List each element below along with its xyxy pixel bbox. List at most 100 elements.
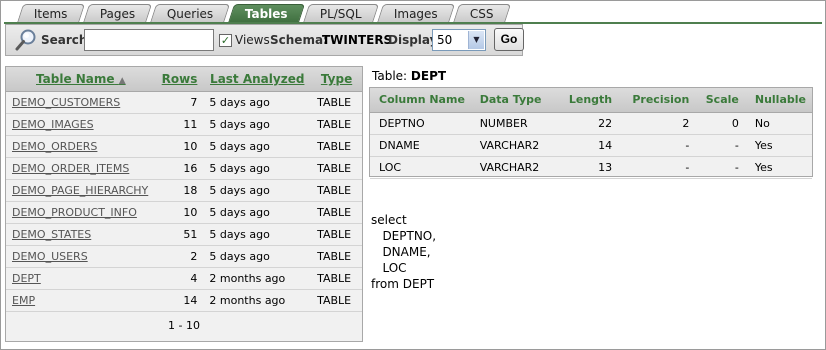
column-name: DEPTNO bbox=[370, 112, 474, 135]
table-type: TABLE bbox=[311, 201, 362, 224]
col-type[interactable]: Type bbox=[311, 67, 362, 92]
row-count: 7 bbox=[155, 91, 204, 114]
tab-label: Pages bbox=[99, 7, 135, 21]
sql-query-text: select DEPTNO, DNAME, LOC from DEPT bbox=[371, 212, 436, 292]
table-row: DEPT 4 2 months ago TABLE bbox=[6, 267, 362, 290]
length: 14 bbox=[553, 134, 619, 157]
detail-table-name: DEPT bbox=[410, 69, 447, 83]
tab-plsql[interactable]: PL/SQL bbox=[302, 4, 379, 23]
table-row: DEPTNO NUMBER 22 2 0 No bbox=[370, 112, 812, 135]
last-analyzed: 2 months ago bbox=[203, 267, 312, 290]
tab-pages[interactable]: Pages bbox=[82, 4, 152, 23]
col-nullable: Nullable bbox=[744, 88, 812, 113]
row-count: 16 bbox=[155, 157, 204, 180]
column-name: DNAME bbox=[370, 134, 474, 157]
table-name-link[interactable]: DEMO_ORDERS bbox=[6, 135, 156, 158]
scale: - bbox=[695, 156, 745, 179]
tab-items[interactable]: Items bbox=[16, 4, 85, 23]
table-name-link[interactable]: DEMO_PAGE_HIERARCHY bbox=[6, 179, 156, 202]
schema-label: Schema: bbox=[270, 33, 328, 47]
precision: 2 bbox=[618, 112, 696, 135]
last-analyzed: 2 months ago bbox=[203, 289, 312, 312]
tab-label: Queries bbox=[166, 7, 214, 21]
sql-line: DEPTNO, bbox=[371, 229, 437, 243]
search-input[interactable] bbox=[84, 29, 214, 51]
tab-bar: Items Pages Queries Tables PL/SQL Images… bbox=[16, 4, 511, 23]
display-select[interactable]: 50 ▼ bbox=[432, 29, 486, 51]
tab-tables[interactable]: Tables bbox=[228, 4, 306, 23]
display-value: 50 bbox=[437, 33, 453, 47]
table-name-link[interactable]: EMP bbox=[6, 289, 156, 312]
tables-list-panel: Table Name ▲ Rows Last Analyzed Type DEM… bbox=[5, 66, 363, 342]
detail-label: Table: bbox=[372, 69, 408, 83]
go-button[interactable]: Go bbox=[494, 28, 524, 51]
last-analyzed: 5 days ago bbox=[203, 91, 312, 114]
table-name-link[interactable]: DEMO_IMAGES bbox=[6, 113, 156, 136]
table-header-row: Column Name Data Type Length Precision S… bbox=[370, 88, 812, 113]
table-type: TABLE bbox=[311, 179, 362, 202]
row-count: 2 bbox=[155, 245, 204, 268]
sql-line: DNAME, bbox=[371, 245, 431, 259]
table-name-link[interactable]: DEMO_STATES bbox=[6, 223, 156, 246]
nullable: No bbox=[744, 112, 812, 135]
schema-value: TWINTERS bbox=[322, 33, 393, 47]
last-analyzed: 5 days ago bbox=[203, 157, 312, 180]
table-row: DEMO_ORDER_ITEMS 16 5 days ago TABLE bbox=[6, 157, 362, 180]
row-count: 18 bbox=[155, 179, 204, 202]
last-analyzed: 5 days ago bbox=[203, 223, 312, 246]
table-row: DEMO_PAGE_HIERARCHY 18 5 days ago TABLE bbox=[6, 179, 362, 202]
col-data-type: Data Type bbox=[473, 88, 554, 113]
views-checkbox[interactable]: ✓ bbox=[219, 34, 232, 47]
length: 22 bbox=[553, 112, 619, 135]
col-scale: Scale bbox=[695, 88, 745, 113]
length: 13 bbox=[553, 156, 619, 179]
col-table-name[interactable]: Table Name ▲ bbox=[6, 67, 156, 92]
table-name-link[interactable]: DEMO_ORDER_ITEMS bbox=[6, 157, 156, 180]
table-row: DEMO_USERS 2 5 days ago TABLE bbox=[6, 245, 362, 268]
last-analyzed: 5 days ago bbox=[203, 245, 312, 268]
sql-line: LOC bbox=[371, 261, 407, 275]
data-type: VARCHAR2 bbox=[473, 156, 554, 179]
table-row: DEMO_STATES 51 5 days ago TABLE bbox=[6, 223, 362, 246]
row-count: 14 bbox=[155, 289, 204, 312]
views-label: Views bbox=[235, 33, 270, 47]
row-count: 4 bbox=[155, 267, 204, 290]
tab-label: PL/SQL bbox=[319, 7, 362, 21]
table-type: TABLE bbox=[311, 135, 362, 158]
last-analyzed: 5 days ago bbox=[203, 135, 312, 158]
search-label: Search bbox=[41, 33, 88, 47]
tab-images[interactable]: Images bbox=[376, 4, 455, 23]
precision: - bbox=[618, 156, 696, 179]
table-row: DEMO_PRODUCT_INFO 10 5 days ago TABLE bbox=[6, 201, 362, 224]
tab-queries[interactable]: Queries bbox=[149, 4, 231, 23]
table-row: DEMO_IMAGES 11 5 days ago TABLE bbox=[6, 113, 362, 136]
table-type: TABLE bbox=[311, 157, 362, 180]
tab-label: Tables bbox=[245, 7, 288, 21]
table-header-row: Table Name ▲ Rows Last Analyzed Type bbox=[6, 67, 362, 92]
data-type: NUMBER bbox=[473, 112, 554, 135]
sql-line: from DEPT bbox=[371, 277, 435, 291]
table-row: DNAME VARCHAR2 14 - - Yes bbox=[370, 134, 812, 157]
sort-asc-icon: ▲ bbox=[118, 75, 126, 86]
scale: - bbox=[695, 134, 745, 157]
table-type: TABLE bbox=[311, 245, 362, 268]
columns-panel: Column Name Data Type Length Precision S… bbox=[369, 87, 813, 179]
table-type: TABLE bbox=[311, 223, 362, 246]
tab-label: CSS bbox=[469, 7, 493, 21]
col-label: Table Name bbox=[36, 71, 115, 86]
display-label: Display bbox=[388, 33, 438, 47]
search-toolbar: Search ✓ Views Schema: TWINTERS Display … bbox=[5, 24, 524, 56]
table-name-link[interactable]: DEMO_USERS bbox=[6, 245, 156, 268]
table-name-link[interactable]: DEPT bbox=[6, 267, 156, 290]
tables-list: Table Name ▲ Rows Last Analyzed Type DEM… bbox=[6, 67, 362, 312]
tab-css[interactable]: CSS bbox=[452, 4, 511, 23]
col-rows[interactable]: Rows bbox=[155, 67, 204, 92]
table-name-link[interactable]: DEMO_PRODUCT_INFO bbox=[6, 201, 156, 224]
table-row: DEMO_ORDERS 10 5 days ago TABLE bbox=[6, 135, 362, 158]
nullable: Yes bbox=[744, 134, 812, 157]
table-type: TABLE bbox=[311, 289, 362, 312]
table-name-link[interactable]: DEMO_CUSTOMERS bbox=[6, 91, 156, 114]
col-last-analyzed[interactable]: Last Analyzed bbox=[203, 67, 312, 92]
table-type: TABLE bbox=[311, 113, 362, 136]
precision: - bbox=[618, 134, 696, 157]
